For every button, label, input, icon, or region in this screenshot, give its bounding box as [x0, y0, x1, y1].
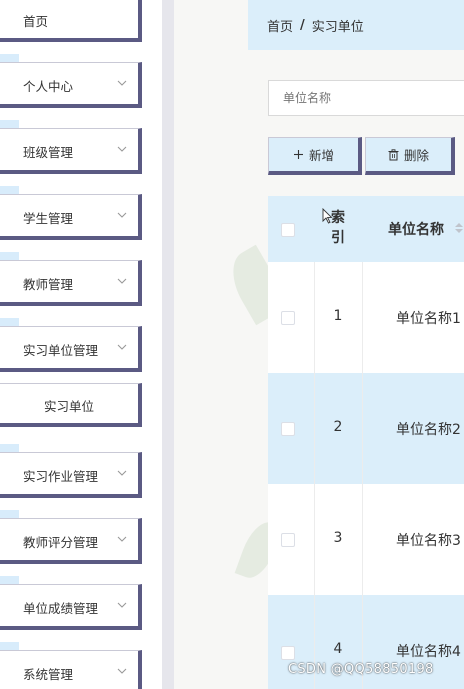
chevron-down-icon	[117, 668, 127, 674]
chevron-down-icon	[117, 602, 127, 608]
sidebar-item-unit-grade-management[interactable]: 单位成绩管理	[0, 576, 142, 630]
chevron-down-icon	[117, 146, 127, 152]
sidebar-item-class-management[interactable]: 班级管理	[0, 120, 142, 174]
row-checkbox[interactable]	[281, 311, 295, 325]
sidebar-subitem-label: 实习单位	[43, 399, 94, 414]
row-divider	[362, 373, 363, 484]
breadcrumb-current: 实习单位	[311, 19, 364, 35]
chevron-down-icon	[117, 344, 127, 350]
breadcrumb: 首页 / 实习单位	[248, 0, 464, 50]
sort-caret-icon[interactable]	[454, 221, 464, 235]
sidebar-item-teacher-management[interactable]: 教师管理	[0, 252, 142, 306]
row-index: 2	[333, 419, 343, 435]
row-index: 1	[333, 308, 343, 324]
chevron-down-icon	[117, 470, 127, 476]
table-row[interactable]: 3 单位名称3	[268, 484, 464, 595]
unit-name-search-input[interactable]	[268, 80, 464, 116]
sidebar-item-label: 系统管理	[23, 667, 74, 682]
breadcrumb-home[interactable]: 首页	[267, 16, 293, 35]
row-unit-name: 单位名称4	[396, 644, 461, 660]
sidebar-subitem-internship-unit[interactable]: 实习单位	[0, 383, 142, 427]
sidebar-item-label: 实习作业管理	[23, 469, 99, 484]
sidebar-item-label: 学生管理	[23, 211, 74, 226]
select-all-checkbox[interactable]	[281, 223, 295, 237]
sidebar-item-label: 首页	[23, 14, 49, 29]
row-index: 4	[333, 641, 343, 657]
unit-table: 索引 单位名称 1 单位名称1 2 单位名称2 3 单位名称3 4 单位名称4	[268, 196, 464, 689]
sidebar-item-internship-homework-management[interactable]: 实习作业管理	[0, 444, 142, 498]
sidebar-item-frame	[0, 0, 142, 42]
watermark: CSDN @QQ58850198	[288, 662, 434, 677]
sidebar-item-system-management[interactable]: 系统管理	[0, 642, 142, 689]
sidebar-item-teacher-score-management[interactable]: 教师评分管理	[0, 510, 142, 564]
sidebar-item-student-management[interactable]: 学生管理	[0, 186, 142, 240]
chevron-down-icon	[117, 212, 127, 218]
row-divider	[362, 484, 363, 595]
table-row[interactable]: 1 单位名称1	[268, 262, 464, 373]
chevron-down-icon	[117, 80, 127, 86]
sidebar-item-home[interactable]: 首页	[0, 0, 142, 42]
table-header: 索引 单位名称	[268, 196, 464, 262]
sidebar-divider	[162, 0, 174, 689]
add-button[interactable]: 新增	[268, 137, 362, 175]
sidebar-item-label: 单位成绩管理	[23, 601, 99, 616]
row-unit-name: 单位名称1	[396, 311, 461, 327]
chevron-down-icon	[117, 278, 127, 284]
trash-icon	[388, 148, 399, 161]
row-checkbox[interactable]	[281, 533, 295, 547]
sidebar-item-personal-center[interactable]: 个人中心	[0, 54, 142, 108]
mouse-cursor-icon	[322, 208, 333, 224]
plus-icon	[293, 149, 304, 160]
row-unit-name: 单位名称2	[396, 422, 461, 438]
delete-button-label: 删除	[403, 148, 429, 163]
sidebar-item-label: 教师评分管理	[23, 535, 99, 550]
column-header-unit-name[interactable]: 单位名称	[388, 219, 444, 239]
row-checkbox[interactable]	[281, 646, 295, 660]
main-content: 首页 / 实习单位 新增 删除 索引 单位名称 1 单位名称1	[174, 0, 464, 689]
sidebar-item-internship-unit-management[interactable]: 实习单位管理	[0, 318, 142, 372]
chevron-down-icon	[117, 536, 127, 542]
sidebar: 首页 个人中心 班级管理 学生管理 教师管理 实习单位管理 实习单位 实习作业管…	[0, 0, 162, 689]
sidebar-item-label: 教师管理	[23, 277, 74, 292]
sidebar-item-label: 实习单位管理	[23, 343, 99, 358]
add-button-label: 新增	[308, 148, 334, 163]
column-header-index-line: 引	[331, 230, 345, 246]
breadcrumb-separator: /	[300, 17, 305, 33]
row-index: 3	[333, 530, 343, 546]
sidebar-item-label: 个人中心	[23, 79, 74, 94]
row-unit-name: 单位名称3	[396, 533, 461, 549]
sidebar-item-label: 班级管理	[23, 145, 74, 160]
delete-button[interactable]: 删除	[365, 137, 455, 175]
table-row[interactable]: 2 单位名称2	[268, 373, 464, 484]
row-checkbox[interactable]	[281, 422, 295, 436]
row-divider	[362, 262, 363, 373]
